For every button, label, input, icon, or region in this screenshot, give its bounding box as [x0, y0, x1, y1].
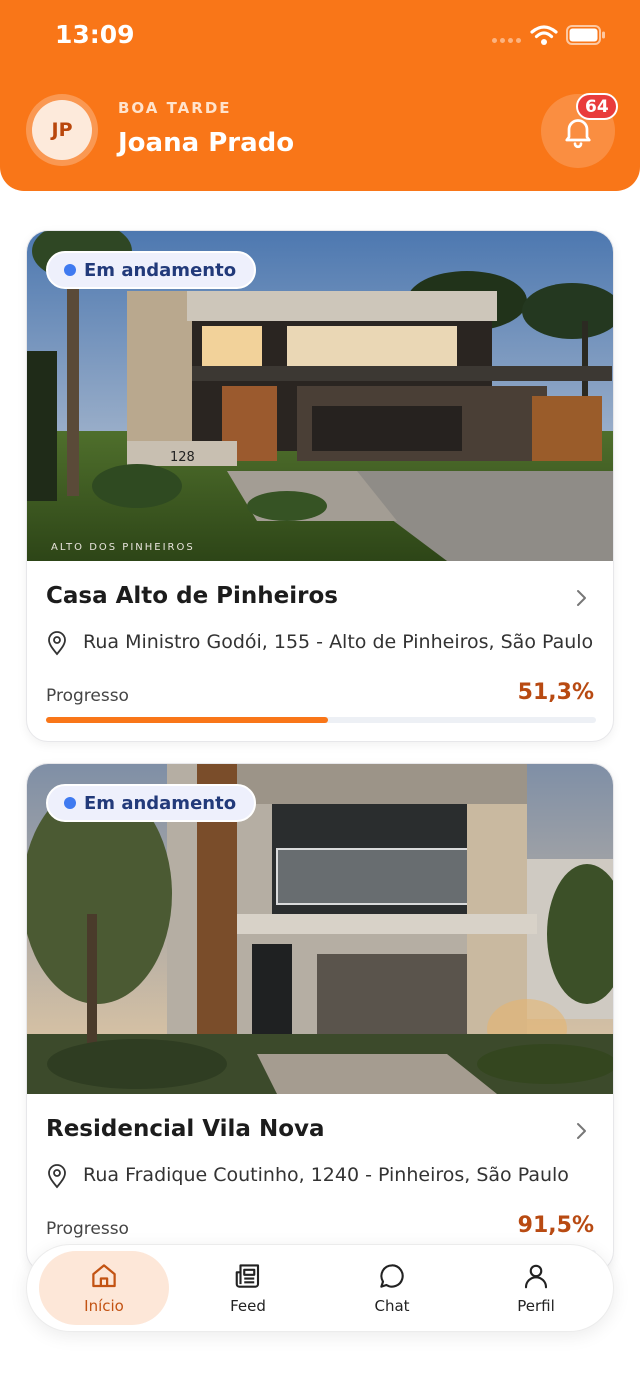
project-address: Rua Ministro Godói, 155 - Alto de Pinhei… [83, 631, 594, 653]
chevron-right-icon[interactable] [571, 1121, 591, 1141]
newspaper-icon [235, 1264, 260, 1288]
cellular-signal-icon [492, 38, 521, 43]
person-icon [524, 1264, 548, 1289]
project-card[interactable]: 128 ALTO DOS PINHEIROS Em andamento Casa… [26, 230, 614, 742]
house-number-text: 128 [170, 450, 195, 465]
project-address: Rua Fradique Coutinho, 1240 - Pinheiros,… [83, 1164, 569, 1186]
tab-label: Início [84, 1297, 124, 1315]
progress-bar-fill [46, 717, 329, 723]
progress-label: Progresso [46, 1219, 129, 1239]
tab-label: Feed [230, 1297, 266, 1315]
home-icon [92, 1264, 116, 1288]
notification-count-badge: 64 [576, 93, 618, 120]
project-card[interactable]: Em andamento Residencial Vila Nova Rua F… [26, 763, 614, 1273]
tab-label: Chat [374, 1297, 410, 1315]
status-label: Em andamento [84, 792, 237, 814]
status-badge: Em andamento [46, 251, 257, 289]
status-label: Em andamento [84, 259, 237, 281]
tab-feed[interactable]: Feed [183, 1251, 313, 1325]
location-pin-icon [48, 1164, 66, 1189]
progress-label: Progresso [46, 686, 129, 706]
tab-chat[interactable]: Chat [327, 1251, 457, 1325]
app-header: 13:09 JP BOA TARDE Joana Prado 64 [0, 0, 640, 191]
tab-perfil[interactable]: Perfil [471, 1251, 601, 1325]
avatar[interactable]: JP [26, 94, 98, 166]
status-bar-time: 13:09 [55, 20, 135, 49]
location-pin-icon [48, 631, 66, 656]
progress-bar [46, 717, 596, 723]
status-dot-icon [64, 264, 76, 276]
tab-label: Perfil [517, 1297, 555, 1315]
user-name: Joana Prado [118, 128, 295, 158]
chevron-right-icon[interactable] [571, 588, 591, 608]
image-caption-text: ALTO DOS PINHEIROS [51, 542, 195, 553]
tab-inicio[interactable]: Início [39, 1251, 169, 1325]
progress-value: 91,5% [517, 1213, 594, 1238]
wifi-icon [530, 25, 558, 45]
bottom-tab-bar: Início Feed Chat Perfil [26, 1244, 614, 1332]
status-dot-icon [64, 797, 76, 809]
status-badge: Em andamento [46, 784, 257, 822]
project-title: Casa Alto de Pinheiros [46, 583, 338, 609]
project-title: Residencial Vila Nova [46, 1116, 325, 1142]
chat-bubble-icon [380, 1264, 404, 1288]
greeting-label: BOA TARDE [118, 99, 232, 117]
avatar-initials: JP [32, 100, 92, 160]
progress-value: 51,3% [517, 680, 594, 705]
battery-icon [566, 25, 605, 45]
